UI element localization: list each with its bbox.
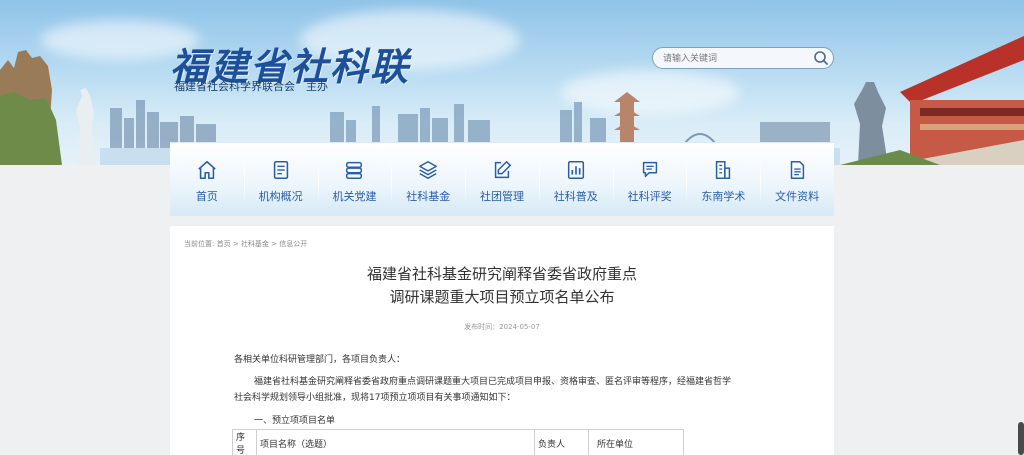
nav-item-science-popularization[interactable]: 社科普及: [538, 143, 613, 216]
bar-chart-icon: [567, 161, 584, 179]
edit-icon: [494, 161, 511, 179]
nav-item-social-science-fund[interactable]: 社科基金: [391, 143, 465, 216]
article-container: 当前位置: 首页 > 社科基金 > 信息公开 福建省社科基金研究阐释省委省政府重…: [170, 226, 834, 455]
nav-item-party-building[interactable]: 机关党建: [317, 143, 392, 216]
nav-item-organization[interactable]: 机构概况: [243, 143, 318, 216]
breadcrumb-separator: >: [271, 240, 278, 248]
building-icon: [716, 161, 731, 179]
table-header-cell: 负责人: [534, 429, 589, 455]
project-list-table: 序号 项目名称（选题） 负责人 所在单位: [232, 429, 684, 455]
breadcrumb-prefix: 当前位置:: [184, 240, 215, 248]
nav-item-label: 首页: [195, 190, 218, 203]
breadcrumb-separator: >: [232, 240, 239, 248]
site-logo-subtitle: 福建省社会科学界联合会 主办: [174, 80, 328, 93]
nav-item-label: 东南学术: [701, 190, 746, 203]
search-icon[interactable]: [813, 50, 829, 66]
home-icon: [198, 160, 216, 180]
main-navigation: 首页 机构概况 机关党建 社科基金 社团管理 社科普及 社科评奖 东南学术 文件…: [170, 142, 834, 216]
document-list-icon: [273, 160, 288, 180]
file-icon: [790, 161, 805, 179]
article-title-line: 福建省社科基金研究阐释省委省政府重点: [366, 265, 637, 283]
nav-item-southeast-academic[interactable]: 东南学术: [686, 143, 760, 216]
nav-item-label: 社科普及: [553, 190, 598, 203]
nav-item-label: 机构概况: [258, 190, 303, 203]
article-title: 福建省社科基金研究阐释省委省政府重点 调研课题重大项目预立项名单公布: [170, 263, 834, 309]
breadcrumb-item-home[interactable]: 首页: [217, 240, 231, 248]
breadcrumb-item-fund[interactable]: 社科基金: [241, 240, 269, 248]
article-body-paragraph: 福建省社科基金研究阐释省委省政府重点调研课题重大项目已完成项目申报、资格审查、匿…: [234, 377, 732, 403]
search-box: [652, 47, 834, 69]
nav-item-label: 社科基金: [406, 190, 451, 203]
table-header-cell: 所在单位: [588, 429, 684, 455]
publish-date: 发布时间：2024-05-07: [464, 323, 540, 331]
table-header-cell: 项目名称（选题）: [256, 429, 535, 455]
page-scrollbar[interactable]: [1018, 422, 1024, 455]
nav-item-label: 文件资料: [775, 190, 820, 203]
nav-item-home[interactable]: 首页: [170, 143, 244, 216]
nav-item-label: 社团管理: [480, 190, 525, 203]
breadcrumb-item-info[interactable]: 信息公开: [279, 240, 307, 248]
section-heading: 一、预立项项目名单: [254, 416, 336, 426]
nav-item-documents[interactable]: 文件资料: [760, 143, 834, 216]
article-title-line: 调研课题重大项目预立项名单公布: [389, 288, 615, 306]
layers-icon: [419, 161, 438, 179]
breadcrumb: 当前位置: 首页 > 社科基金 > 信息公开: [184, 239, 307, 249]
city-skyline-illustration: [0, 36, 1024, 165]
article-greeting: 各相关单位科研管理部门，各项目负责人：: [234, 355, 406, 365]
nav-item-awards[interactable]: 社科评奖: [612, 143, 687, 216]
table-header-cell: 序号: [232, 429, 257, 455]
chat-icon: [642, 161, 657, 178]
nav-item-label: 社科评奖: [627, 190, 672, 203]
nav-item-association-management[interactable]: 社团管理: [465, 143, 539, 216]
table-header-row: 序号 项目名称（选题） 负责人 所在单位: [232, 429, 684, 455]
nav-item-label: 机关党建: [332, 190, 377, 203]
database-icon: [346, 161, 363, 179]
header-banner: 福建省社科联 福建省社会科学界联合会 主办: [0, 0, 1024, 165]
search-input[interactable]: [663, 51, 803, 66]
